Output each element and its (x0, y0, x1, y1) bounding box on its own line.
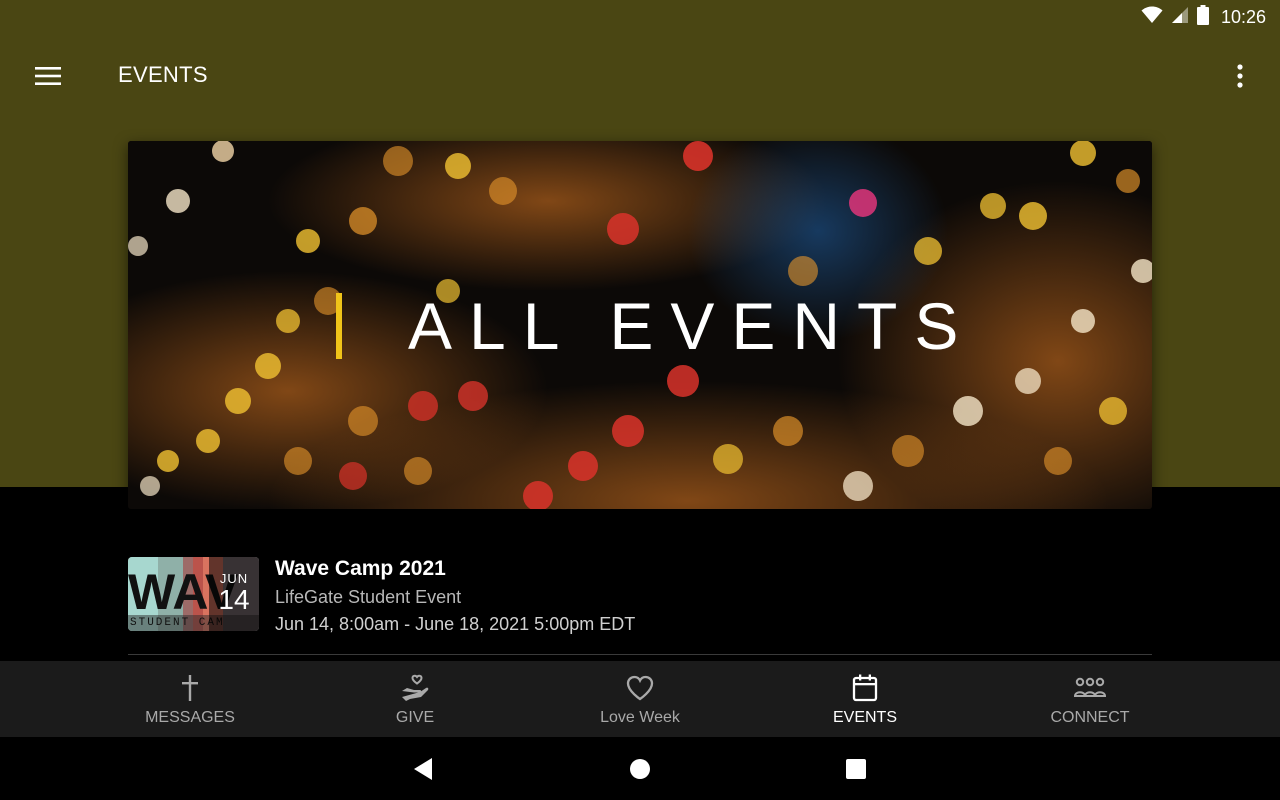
home-icon[interactable] (626, 755, 654, 783)
cell-signal-icon (1171, 6, 1189, 29)
list-item[interactable]: WAV STUDENT CAM JUN 14 Wave Camp 2021 Li… (128, 545, 1152, 655)
heart-icon (624, 673, 656, 703)
wifi-icon (1141, 6, 1163, 29)
event-subtitle: LifeGate Student Event (275, 587, 462, 607)
people-group-icon (1074, 673, 1106, 703)
event-title: Wave Camp 2021 (275, 557, 446, 580)
nav-item-give[interactable]: GIVE (303, 661, 528, 737)
nav-label-give: GIVE (395, 709, 435, 726)
nav-label-connect: CONNECT (1050, 709, 1130, 726)
all-events-banner[interactable]: ALL EVENTS (128, 141, 1152, 509)
nav-label-love-week: Love Week (600, 709, 680, 726)
event-datetime: Jun 14, 8:00am - June 18, 2021 5:00pm ED… (275, 614, 636, 634)
list-divider (128, 654, 1152, 655)
nav-item-love-week[interactable]: Love Week (528, 661, 753, 737)
nav-item-connect[interactable]: CONNECT (978, 661, 1203, 737)
back-icon[interactable] (409, 755, 437, 783)
battery-icon (1196, 4, 1209, 30)
hamburger-menu-icon[interactable] (28, 56, 68, 96)
event-date-day: 14 (218, 584, 250, 615)
page-title: EVENTS (118, 62, 208, 87)
event-thumbnail: WAV STUDENT CAM JUN 14 (128, 557, 259, 631)
app-bar: EVENTS (0, 34, 1280, 116)
nav-label-events: EVENTS (832, 709, 897, 726)
recents-icon[interactable] (842, 755, 870, 783)
hero-title: ALL EVENTS (408, 289, 976, 363)
hero-accent-bar (336, 293, 342, 359)
calendar-icon (849, 673, 881, 703)
give-hand-heart-icon (399, 673, 431, 703)
cross-icon (174, 673, 206, 703)
nav-item-events[interactable]: EVENTS (753, 661, 978, 737)
status-time: 10:26 (1220, 6, 1266, 27)
more-vert-icon[interactable] (1224, 56, 1256, 96)
nav-label-messages: MESSAGES (145, 709, 235, 726)
event-date-badge: JUN 14 (209, 557, 259, 631)
nav-item-messages[interactable]: MESSAGES (78, 661, 303, 737)
status-bar: 10:26 (0, 0, 1280, 34)
system-navigation-bar (0, 737, 1280, 800)
bottom-navigation: MESSAGES GIVE Love Week EVENTS CONNECT (0, 661, 1280, 737)
